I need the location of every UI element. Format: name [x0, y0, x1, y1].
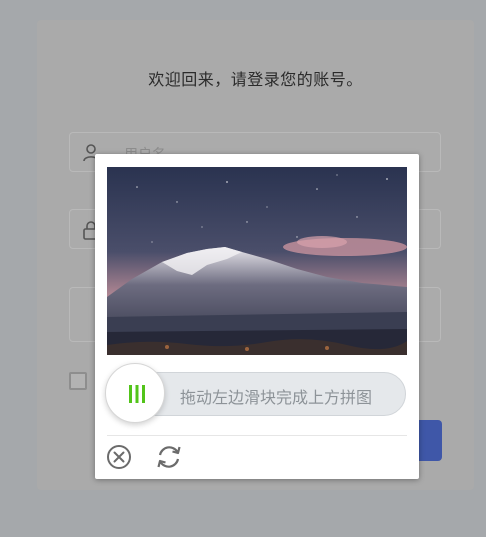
refresh-icon[interactable]: [155, 443, 183, 471]
slider-captcha-popup: 拖动左边滑块完成上方拼图: [95, 154, 419, 479]
captcha-divider: [107, 435, 407, 436]
slider-handle[interactable]: [105, 363, 165, 423]
close-icon[interactable]: [105, 443, 133, 471]
slider-hint-text: 拖动左边滑块完成上方拼图: [180, 388, 373, 407]
login-button[interactable]: [419, 420, 442, 461]
captcha-puzzle-image: [107, 167, 407, 355]
welcome-title: 欢迎回来，请登录您的账号。: [148, 70, 363, 89]
remember-me-checkbox[interactable]: [69, 372, 87, 390]
slider-grip-icon: [129, 385, 145, 403]
